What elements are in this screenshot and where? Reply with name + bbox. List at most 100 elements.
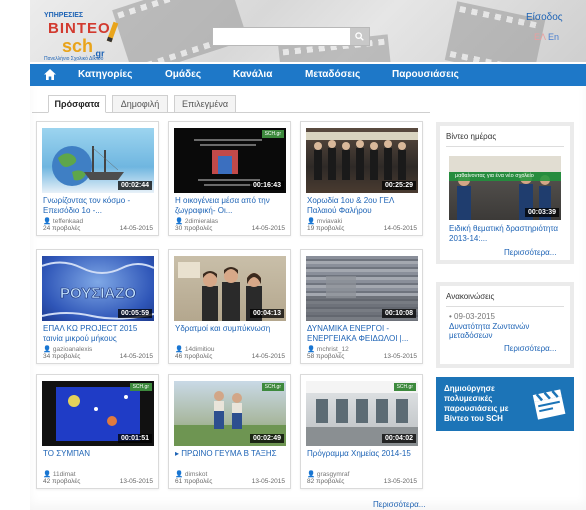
home-icon[interactable]	[44, 69, 56, 80]
tab-recent[interactable]: Πρόσφατα	[48, 95, 106, 113]
search-box	[212, 27, 370, 47]
video-title-link[interactable]: Πρόγραμμα Χημείας 2014-15	[307, 449, 419, 469]
nav-item-presentations[interactable]: Παρουσιάσεις	[392, 69, 459, 80]
video-card[interactable]: 00:02:44 Γνωρίζοντας τον κόσμο - Επεισόδ…	[36, 121, 159, 236]
video-author: 👤 dimskot	[175, 471, 208, 478]
duration-badge: 00:05:59	[117, 309, 152, 318]
tab-featured[interactable]: Επιλεγμένα	[174, 95, 236, 113]
video-views: 42 προβολές	[43, 478, 81, 485]
video-thumbnail[interactable]: SCH.gr 00:02:49	[174, 381, 286, 446]
video-author: 👤 2dimieralas	[175, 218, 219, 225]
user-icon: 👤	[307, 346, 316, 353]
login-link[interactable]: Είσοδος	[526, 12, 563, 23]
video-card[interactable]: ΡΟΥΣΙΑΖΟ 00:05:59 ΕΠΑΛ ΚΩ PROJECT 2015 τ…	[36, 249, 159, 364]
video-views: 82 προβολές	[307, 478, 345, 485]
video-card[interactable]: SCH.gr 00:02:49 ▸ ΠΡΩΙΝΟ ΓΕΥΜΑ Β ΤΑΞΗΣ 👤…	[168, 374, 291, 489]
video-thumbnail[interactable]: SCH.gr 00:04:02	[306, 381, 418, 446]
video-author: 👤 14dimitiou	[175, 346, 215, 353]
video-card[interactable]: SCH.gr 00:01:51 ΤΟ ΣΥΜΠΑΝ 👤 11dimat 42 π…	[36, 374, 159, 489]
sch-badge: SCH.gr	[129, 383, 152, 391]
lang-en-link[interactable]: En	[548, 32, 559, 42]
sch-badge: SCH.gr	[261, 383, 284, 391]
promo-text: Δημιούργησε πολυμεσικές παρουσιάσεις με …	[444, 384, 509, 423]
duration-badge: 00:04:13	[249, 309, 284, 318]
search-icon	[355, 32, 364, 41]
search-button[interactable]	[350, 28, 369, 45]
video-author: 👤 mviavaki	[307, 218, 343, 225]
duration-badge: 00:16:43	[249, 181, 284, 190]
nav-item-categories[interactable]: Κατηγορίες	[78, 69, 132, 80]
video-date: 14-05-2015	[119, 225, 153, 232]
video-of-day-more-link[interactable]: Περισσότερα...	[504, 248, 556, 257]
duration-badge: 00:02:49	[249, 434, 284, 443]
sch-badge: SCH.gr	[261, 130, 284, 138]
filmstrip-decoration	[444, 1, 546, 62]
video-thumbnail[interactable]: 00:10:08	[306, 256, 418, 321]
nav-item-channels[interactable]: Κανάλια	[233, 69, 272, 80]
video-date: 13-05-2015	[251, 478, 285, 485]
create-presentations-banner[interactable]: Δημιούργησε πολυμεσικές παρουσιάσεις με …	[436, 377, 574, 431]
logo-line2: ΒΙΝΤΕΟ	[48, 20, 111, 37]
video-views: 61 προβολές	[175, 478, 213, 485]
video-card[interactable]: 00:10:08 ΔΥΝΑΜΙΚΑ ΕΝΕΡΓΟΙ - ΕΝΕΡΓΕΙΑΚΑ Φ…	[300, 249, 423, 364]
panel-title: Ανακοινώσεις	[446, 292, 495, 301]
video-author: 👤 mchrist_12	[307, 346, 349, 353]
video-date: 14-05-2015	[383, 225, 417, 232]
tab-popular[interactable]: Δημοφιλή	[112, 95, 168, 113]
announcements-panel: Ανακοινώσεις • 09-03-2015 Δυνατότητα Ζων…	[436, 282, 574, 368]
video-date: 14-05-2015	[251, 225, 285, 232]
video-author: 👤 gazioanalexis	[43, 346, 93, 353]
clapperboard-icon	[532, 389, 566, 420]
video-of-day-panel: Βίντεο ημέρας μαθαίνοντας για ένα νέο σχ…	[436, 122, 574, 264]
video-date: 13-05-2015	[383, 353, 417, 360]
thumb-caption: μαθαίνοντας για ένα νέο σχολείο	[449, 172, 561, 181]
user-icon: 👤	[175, 471, 184, 478]
video-views: 30 προβολές	[175, 225, 213, 232]
sch-badge: SCH.gr	[393, 383, 416, 391]
video-title-link[interactable]: ΤΟ ΣΥΜΠΑΝ	[43, 449, 155, 469]
video-thumbnail[interactable]: SCH.gr 00:01:51	[42, 381, 154, 446]
video-title-link[interactable]: ΔΥΝΑΜΙΚΑ ΕΝΕΡΓΟΙ - ΕΝΕΡΓΕΙΑΚΑ ΦΕΙΔΩΛΟΙ |…	[307, 324, 419, 344]
video-author: 👤 teffenkaad	[43, 218, 84, 225]
panel-title: Βίντεο ημέρας	[446, 132, 497, 141]
video-date: 14-05-2015	[119, 353, 153, 360]
video-views: 24 προβολές	[43, 225, 81, 232]
video-title-link[interactable]: Η οικογένεια μέσα από την ζωγραφική- Οι.…	[175, 196, 287, 216]
user-icon: 👤	[43, 346, 52, 353]
video-card[interactable]: 00:25:29 Χορωδία 1ου & 2ου ΓΕΛ Παλαιού Φ…	[300, 121, 423, 236]
duration-badge: 00:01:51	[117, 434, 152, 443]
video-thumbnail[interactable]: 00:02:44	[42, 128, 154, 193]
main-nav: Κατηγορίες Ομάδες Κανάλια Μεταδόσεις Παρ…	[30, 64, 586, 86]
video-title-link[interactable]: Χορωδία 1ου & 2ου ΓΕΛ Παλαιού Φαλήρου	[307, 196, 419, 216]
more-videos-link[interactable]: Περισσότερα...	[373, 500, 425, 509]
logo-tagline: Πανελλήνιο Σχολικό Δίκτυο	[44, 56, 104, 62]
video-views: 19 προβολές	[307, 225, 345, 232]
video-card[interactable]: SCH.gr 00:16:43 Η οικογένεια μέσα από τη…	[168, 121, 291, 236]
nav-item-broadcasts[interactable]: Μεταδόσεις	[305, 69, 360, 80]
announcement-link[interactable]: Δυνατότητα Ζωντανών μεταδόσεων	[449, 322, 561, 340]
nav-item-groups[interactable]: Ομάδες	[165, 69, 201, 80]
video-views: 58 προβολές	[307, 353, 345, 360]
video-thumbnail[interactable]: ΡΟΥΣΙΑΖΟ 00:05:59	[42, 256, 154, 321]
video-author: 👤 grasgymraf	[307, 471, 350, 478]
video-thumbnail[interactable]: SCH.gr 00:16:43	[174, 128, 286, 193]
video-of-day-thumbnail[interactable]: μαθαίνοντας για ένα νέο σχολείο 00:03:39	[449, 156, 561, 220]
language-switcher: ΕΛ En	[534, 32, 559, 42]
video-of-day-title-link[interactable]: Ειδική θεματική δραστηριότητα 2013-14:..…	[449, 224, 567, 244]
video-card[interactable]: SCH.gr 00:04:02 Πρόγραμμα Χημείας 2014-1…	[300, 374, 423, 489]
video-title-link[interactable]: Γνωρίζοντας τον κόσμο - Επεισόδιο 1ο -..…	[43, 196, 155, 216]
search-input[interactable]	[213, 30, 351, 47]
video-thumbnail[interactable]: 00:04:13	[174, 256, 286, 321]
video-title-link[interactable]: ▸ ΠΡΩΙΝΟ ΓΕΥΜΑ Β ΤΑΞΗΣ	[175, 449, 287, 469]
video-author: 👤 11dimat	[43, 471, 76, 478]
logo-line1: ΥΠΗΡΕΣΙΕΣ	[44, 12, 84, 19]
duration-badge: 00:03:39	[524, 208, 559, 217]
video-card[interactable]: 00:04:13 Υδρατμοί και συμπύκνωση 👤 14dim…	[168, 249, 291, 364]
video-thumbnail[interactable]: 00:25:29	[306, 128, 418, 193]
duration-badge: 00:10:08	[381, 309, 416, 318]
lang-el-link[interactable]: ΕΛ	[534, 32, 546, 42]
video-title-link[interactable]: ΕΠΑΛ ΚΩ PROJECT 2015 ταινία μικρού μήκου…	[43, 324, 155, 344]
announcements-more-link[interactable]: Περισσότερα...	[504, 344, 556, 353]
site-logo[interactable]: ΥΠΗΡΕΣΙΕΣ ΒΙΝΤΕΟ sch.gr Πανελλήνιο Σχολι…	[44, 12, 132, 62]
video-title-link[interactable]: Υδρατμοί και συμπύκνωση	[175, 324, 287, 344]
